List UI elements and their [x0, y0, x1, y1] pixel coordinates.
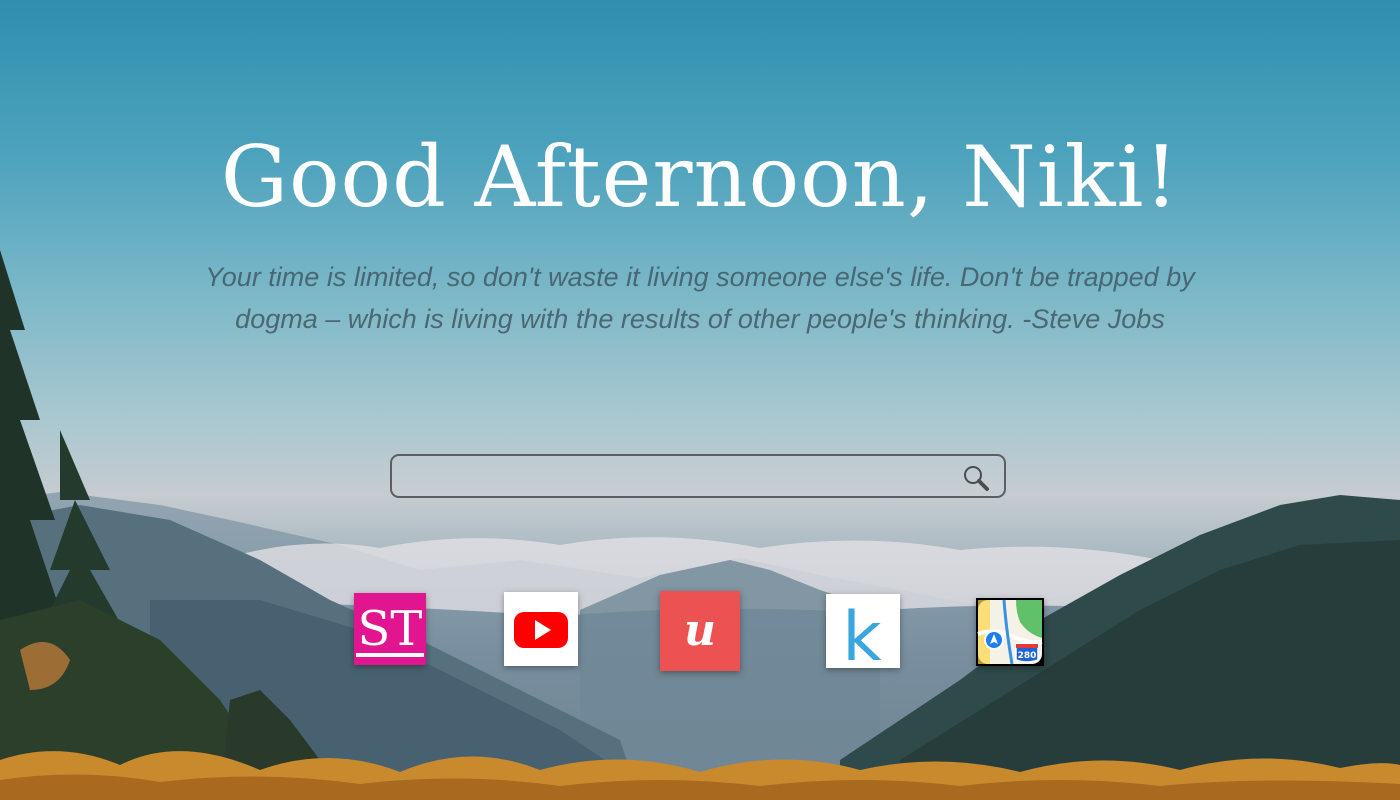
- st-shortcut[interactable]: ST: [354, 593, 426, 665]
- youtube-shortcut[interactable]: [504, 592, 578, 666]
- search-input[interactable]: [402, 460, 946, 496]
- udemy-u-icon: u: [660, 591, 740, 671]
- landscape-illustration: [0, 250, 1400, 800]
- background-landscape: [0, 0, 1400, 800]
- magnifier-icon: [958, 466, 994, 496]
- k-letter-icon: k: [826, 594, 900, 668]
- st-logo-text: ST: [358, 601, 423, 657]
- udemy-letter: u: [684, 605, 716, 656]
- youtube-play-icon: [504, 592, 578, 666]
- search-box: [390, 454, 1006, 498]
- search-button[interactable]: [958, 462, 994, 492]
- maps-shield-number: 280: [1018, 651, 1037, 661]
- apple-maps-icon: 280: [976, 598, 1044, 666]
- kindle-letter: k: [842, 598, 882, 668]
- st-logo-icon: ST: [354, 593, 426, 665]
- greeting-heading: Good Afternoon, Niki!: [220, 128, 1180, 226]
- maps-shortcut[interactable]: 280: [976, 598, 1044, 666]
- kindle-shortcut[interactable]: k: [826, 594, 900, 668]
- quote-text: Your time is limited, so don't waste it …: [205, 262, 1195, 334]
- udemy-shortcut[interactable]: u: [660, 591, 740, 671]
